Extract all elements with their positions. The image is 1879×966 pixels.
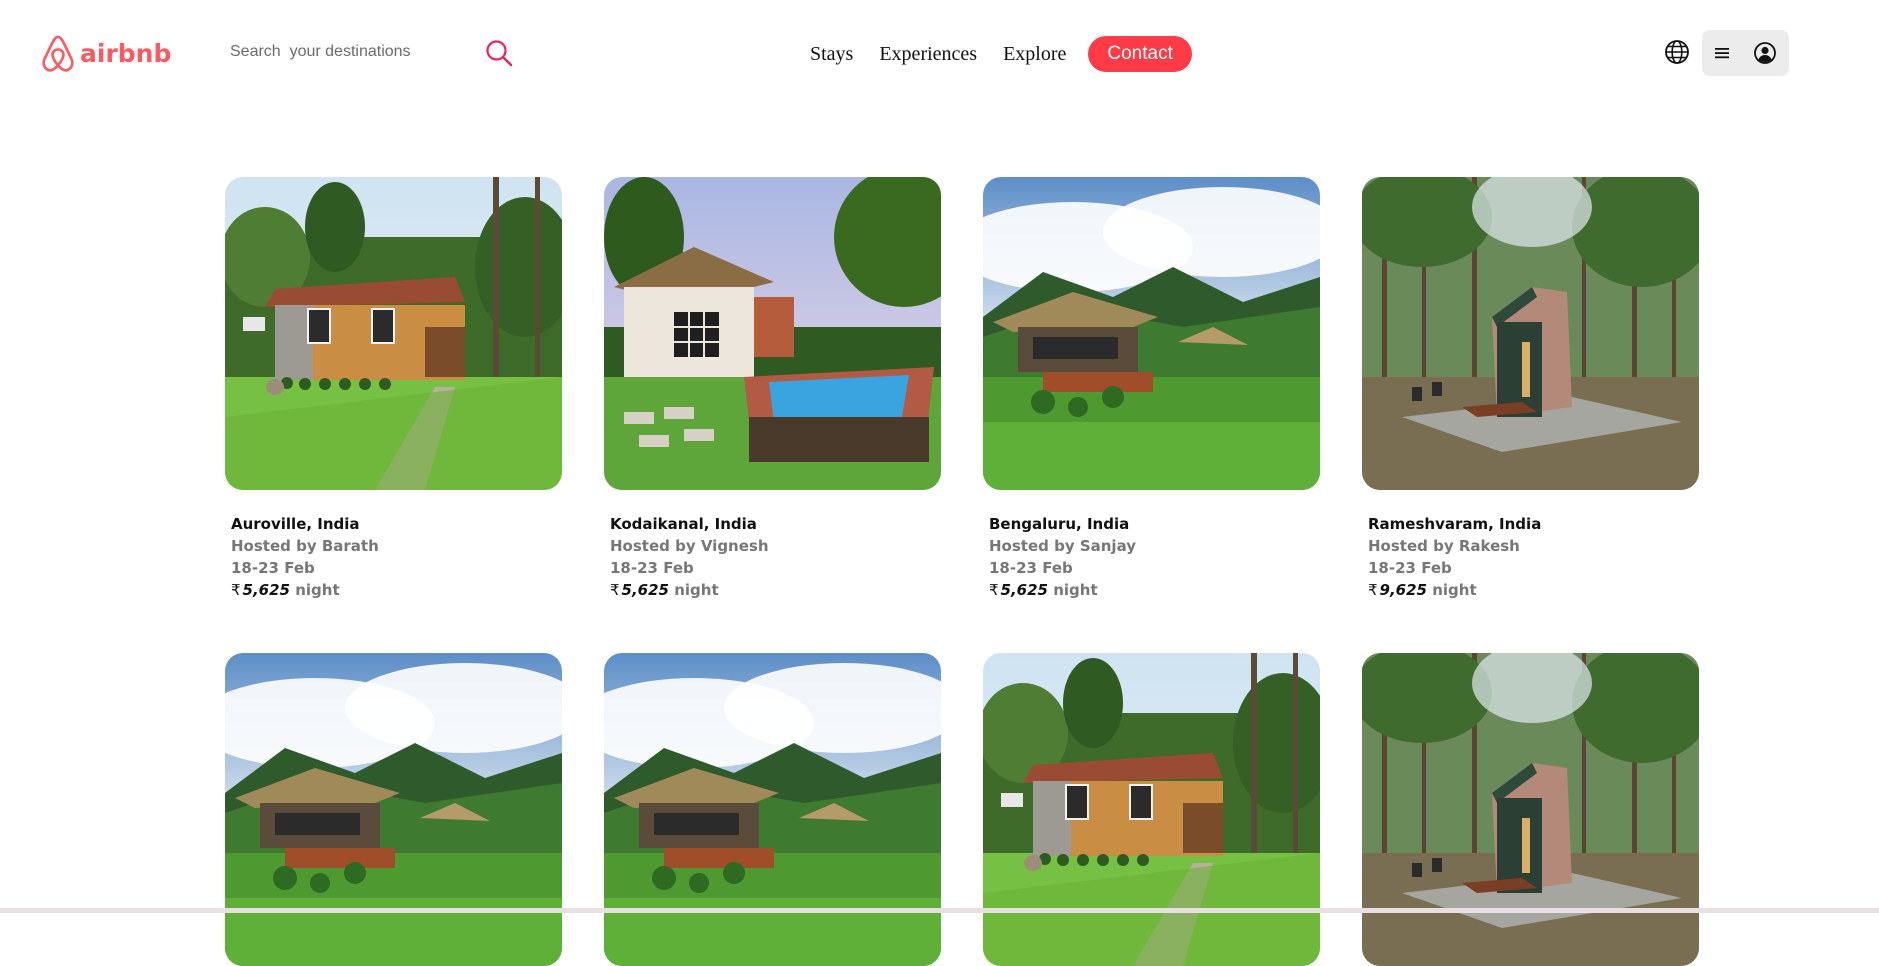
listing-photo[interactable]	[225, 653, 562, 966]
listing-card[interactable]: Kodaikanal, India Hosted by Vignesh 18-2…	[604, 177, 941, 601]
listing-dates: 18-23 Feb	[610, 559, 694, 577]
listing-card[interactable]	[983, 653, 1320, 966]
listing-photo[interactable]	[225, 177, 562, 490]
price-unit: night	[1053, 581, 1098, 599]
currency-symbol: ₹	[989, 581, 999, 599]
price-amount: 5,625	[242, 581, 290, 599]
nav-stays[interactable]: Stays	[810, 36, 853, 72]
listing-host: Hosted by Sanjay	[989, 537, 1137, 555]
hamburger-icon	[1714, 46, 1730, 60]
listing-photo[interactable]	[604, 653, 941, 966]
listing-photo[interactable]	[983, 177, 1320, 490]
globe-icon	[1665, 40, 1689, 64]
nav-explore[interactable]: Explore	[1003, 36, 1066, 72]
search-input[interactable]	[230, 36, 470, 68]
listing-photo-image	[1362, 177, 1699, 490]
listing-card[interactable]: Auroville, India Hosted by Barath 18-23 …	[225, 177, 562, 601]
brand-name: airbnb	[80, 39, 172, 68]
price-unit: night	[674, 581, 719, 599]
search-button[interactable]	[482, 36, 516, 70]
listing-photo-image	[225, 653, 562, 966]
price-amount: 9,625	[1379, 581, 1427, 599]
listing-host: Hosted by Rakesh	[1368, 537, 1520, 555]
listing-location: Bengaluru, India	[989, 515, 1130, 533]
listing-price: ₹5,625 night	[989, 579, 1320, 601]
currency-symbol: ₹	[610, 581, 620, 599]
window-bottom-edge	[0, 908, 1879, 913]
listing-dates: 18-23 Feb	[989, 559, 1073, 577]
nav-experiences[interactable]: Experiences	[879, 36, 977, 72]
contact-button[interactable]: Contact	[1088, 36, 1192, 72]
airbnb-belo-icon	[42, 35, 74, 72]
user-circle-icon	[1753, 41, 1777, 65]
listing-host: Hosted by Vignesh	[610, 537, 769, 555]
listing-card[interactable]	[225, 653, 562, 966]
listing-photo[interactable]	[604, 177, 941, 490]
listing-photo-image	[983, 177, 1320, 490]
listing-host: Hosted by Barath	[231, 537, 379, 555]
listing-dates: 18-23 Feb	[1368, 559, 1452, 577]
listing-card[interactable]	[604, 653, 941, 966]
currency-symbol: ₹	[231, 581, 241, 599]
listing-photo[interactable]	[1362, 177, 1699, 490]
listing-photo-image	[983, 653, 1320, 966]
listing-price: ₹5,625 night	[231, 579, 562, 601]
listing-photo-image	[225, 177, 562, 490]
listing-price: ₹9,625 night	[1368, 579, 1699, 601]
listing-card[interactable]: Rameshvaram, India Hosted by Rakesh 18-2…	[1362, 177, 1699, 601]
listing-photo-image	[604, 653, 941, 966]
search-icon	[486, 40, 513, 67]
listing-price: ₹5,625 night	[610, 579, 941, 601]
listing-photo[interactable]	[983, 653, 1320, 966]
listing-card[interactable]: Bengaluru, India Hosted by Sanjay 18-23 …	[983, 177, 1320, 601]
listing-photo[interactable]	[1362, 653, 1699, 966]
price-unit: night	[1432, 581, 1477, 599]
airbnb-logo[interactable]: airbnb	[40, 34, 171, 74]
price-amount: 5,625	[1000, 581, 1048, 599]
listing-location: Kodaikanal, India	[610, 515, 757, 533]
currency-symbol: ₹	[1368, 581, 1378, 599]
listing-card[interactable]	[1362, 653, 1699, 966]
price-unit: night	[295, 581, 340, 599]
listing-photo-image	[1362, 653, 1699, 966]
main-nav: Stays Experiences Explore Contact	[800, 36, 1192, 72]
top-nav-bar: airbnb Stays Experiences Explore Contact	[0, 0, 1879, 106]
search-bar	[230, 36, 516, 68]
user-menu-button[interactable]	[1702, 30, 1789, 76]
listing-photo-image	[604, 177, 941, 490]
listing-dates: 18-23 Feb	[231, 559, 315, 577]
language-button[interactable]	[1662, 37, 1692, 67]
listing-location: Auroville, India	[231, 515, 360, 533]
price-amount: 5,625	[621, 581, 669, 599]
listing-location: Rameshvaram, India	[1368, 515, 1542, 533]
